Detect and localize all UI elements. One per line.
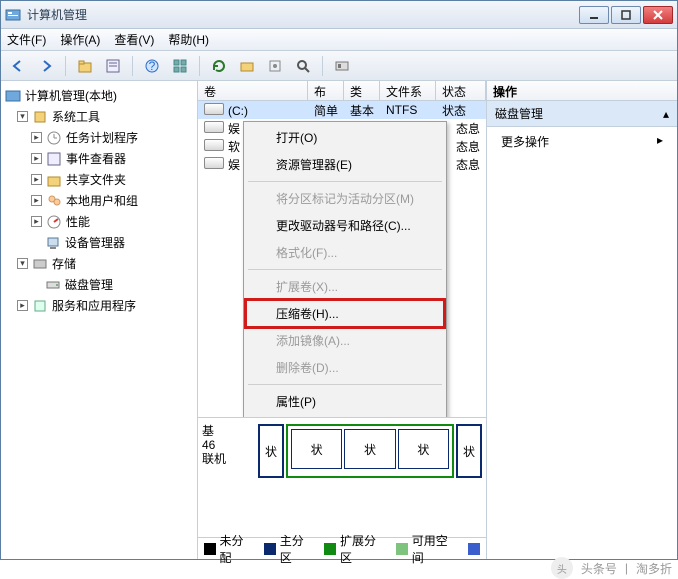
col-status[interactable]: 状态: [436, 81, 486, 100]
legend: 未分配 主分区 扩展分区 可用空间: [198, 537, 486, 559]
col-volume[interactable]: 卷: [198, 81, 308, 100]
legend-extended: 扩展分区: [324, 532, 386, 566]
logical-partition[interactable]: 状: [344, 429, 395, 469]
minimize-button[interactable]: [579, 6, 609, 24]
view-icon[interactable]: [169, 55, 191, 77]
drive-icon: [204, 139, 224, 151]
collapse-icon[interactable]: ▾: [17, 111, 28, 122]
up-button[interactable]: [74, 55, 96, 77]
forward-button[interactable]: [35, 55, 57, 77]
body: 计算机管理(本地) ▾系统工具 ▸任务计划程序 ▸事件查看器 ▸共享文件夹 ▸本…: [1, 81, 677, 559]
column-headers: 卷 布局 类型 文件系统 状态: [198, 81, 486, 101]
tool-icon-3[interactable]: [292, 55, 314, 77]
expand-icon[interactable]: ▸: [31, 174, 42, 185]
source-logo-icon: 头: [551, 557, 573, 579]
ctx-open[interactable]: 打开(O): [246, 124, 444, 151]
actions-more[interactable]: 更多操作 ▸: [487, 127, 677, 156]
svg-text:?: ?: [149, 59, 156, 73]
ctx-add-mirror: 添加镜像(A)...: [246, 327, 444, 354]
tree-system-tools[interactable]: ▾系统工具: [3, 106, 195, 127]
ctx-properties[interactable]: 属性(P): [246, 388, 444, 415]
tree-root[interactable]: 计算机管理(本地): [3, 85, 195, 106]
ctx-delete: 删除卷(D)...: [246, 354, 444, 381]
tool-icon-2[interactable]: [264, 55, 286, 77]
context-menu: 打开(O) 资源管理器(E) 将分区标记为活动分区(M) 更改驱动器号和路径(C…: [243, 121, 447, 417]
tree-storage[interactable]: ▾存储: [3, 253, 195, 274]
tree-task-scheduler[interactable]: ▸任务计划程序: [3, 127, 195, 148]
titlebar: 计算机管理: [1, 1, 677, 29]
collapse-caret-icon: ▴: [663, 107, 669, 121]
expand-icon[interactable]: ▸: [31, 153, 42, 164]
app-icon: [5, 7, 21, 23]
expand-icon[interactable]: ▸: [17, 300, 28, 311]
partition[interactable]: 状: [258, 424, 284, 478]
tree-shared-folders[interactable]: ▸共享文件夹: [3, 169, 195, 190]
maximize-button[interactable]: [611, 6, 641, 24]
chevron-right-icon: ▸: [657, 133, 663, 147]
partition[interactable]: 状: [456, 424, 482, 478]
ctx-explorer[interactable]: 资源管理器(E): [246, 151, 444, 178]
disk-info: 基 46 联机: [202, 424, 258, 478]
nav-tree: 计算机管理(本地) ▾系统工具 ▸任务计划程序 ▸事件查看器 ▸共享文件夹 ▸本…: [1, 81, 198, 559]
app-window: 计算机管理 文件(F) 操作(A) 查看(V) 帮助(H) ? 计算机管理(本地…: [0, 0, 678, 560]
drive-icon: [204, 103, 224, 115]
author-label: 淘多折: [636, 560, 672, 577]
logical-partition[interactable]: 状: [398, 429, 449, 469]
tree-services-apps[interactable]: ▸服务和应用程序: [3, 295, 195, 316]
refresh-icon[interactable]: [208, 55, 230, 77]
properties-icon[interactable]: [102, 55, 124, 77]
actions-pane: 操作 磁盘管理 ▴ 更多操作 ▸: [487, 81, 677, 559]
watermark: 头 头条号 | 淘多折: [551, 557, 672, 579]
expand-icon[interactable]: ▸: [31, 132, 42, 143]
col-layout[interactable]: 布局: [308, 81, 344, 100]
expand-icon[interactable]: ▸: [31, 216, 42, 227]
ctx-change-letter[interactable]: 更改驱动器号和路径(C)...: [246, 212, 444, 239]
logical-partition[interactable]: 状: [291, 429, 342, 469]
menu-help[interactable]: 帮助(H): [168, 31, 209, 48]
volume-list: (C:) 简单 基本 NTFS 状态 娱 态息 软 态息 娱 态息: [198, 101, 486, 417]
help-icon[interactable]: ?: [141, 55, 163, 77]
tree-event-viewer[interactable]: ▸事件查看器: [3, 148, 195, 169]
actions-category[interactable]: 磁盘管理 ▴: [487, 101, 677, 127]
drive-icon: [204, 121, 224, 133]
tree-disk-management[interactable]: 磁盘管理: [3, 274, 195, 295]
actions-header: 操作: [487, 81, 677, 101]
disk-graphical-view: 基 46 联机 状 状 状 状 状: [198, 417, 486, 537]
toolbar: ?: [1, 51, 677, 81]
window-buttons: [579, 6, 673, 24]
back-button[interactable]: [7, 55, 29, 77]
col-fs[interactable]: 文件系统: [380, 81, 436, 100]
ctx-format: 格式化(F)...: [246, 239, 444, 266]
menubar: 文件(F) 操作(A) 查看(V) 帮助(H): [1, 29, 677, 51]
volume-row[interactable]: (C:) 简单 基本 NTFS 状态: [198, 101, 486, 119]
legend-primary: 主分区: [264, 532, 314, 566]
tree-device-manager[interactable]: 设备管理器: [3, 232, 195, 253]
drive-icon: [204, 157, 224, 169]
extended-partition[interactable]: 状 状 状: [286, 424, 454, 478]
source-label: 头条号: [581, 560, 617, 577]
expand-icon[interactable]: ▸: [31, 195, 42, 206]
tree-performance[interactable]: ▸性能: [3, 211, 195, 232]
ctx-extend: 扩展卷(X)...: [246, 273, 444, 300]
menu-view[interactable]: 查看(V): [114, 31, 154, 48]
menu-action[interactable]: 操作(A): [60, 31, 100, 48]
tree-local-users[interactable]: ▸本地用户和组: [3, 190, 195, 211]
volume-pane: 卷 布局 类型 文件系统 状态 (C:) 简单 基本 NTFS 状态 娱 态息: [198, 81, 487, 559]
ctx-shrink[interactable]: 压缩卷(H)...: [246, 300, 444, 327]
tool-icon-4[interactable]: [331, 55, 353, 77]
window-title: 计算机管理: [27, 6, 579, 23]
tool-icon-1[interactable]: [236, 55, 258, 77]
collapse-icon[interactable]: ▾: [17, 258, 28, 269]
legend-unallocated: 未分配: [204, 532, 254, 566]
col-type[interactable]: 类型: [344, 81, 380, 100]
close-button[interactable]: [643, 6, 673, 24]
menu-file[interactable]: 文件(F): [7, 31, 46, 48]
legend-logical: [468, 543, 480, 555]
legend-free: 可用空间: [396, 532, 458, 566]
ctx-mark-active: 将分区标记为活动分区(M): [246, 185, 444, 212]
